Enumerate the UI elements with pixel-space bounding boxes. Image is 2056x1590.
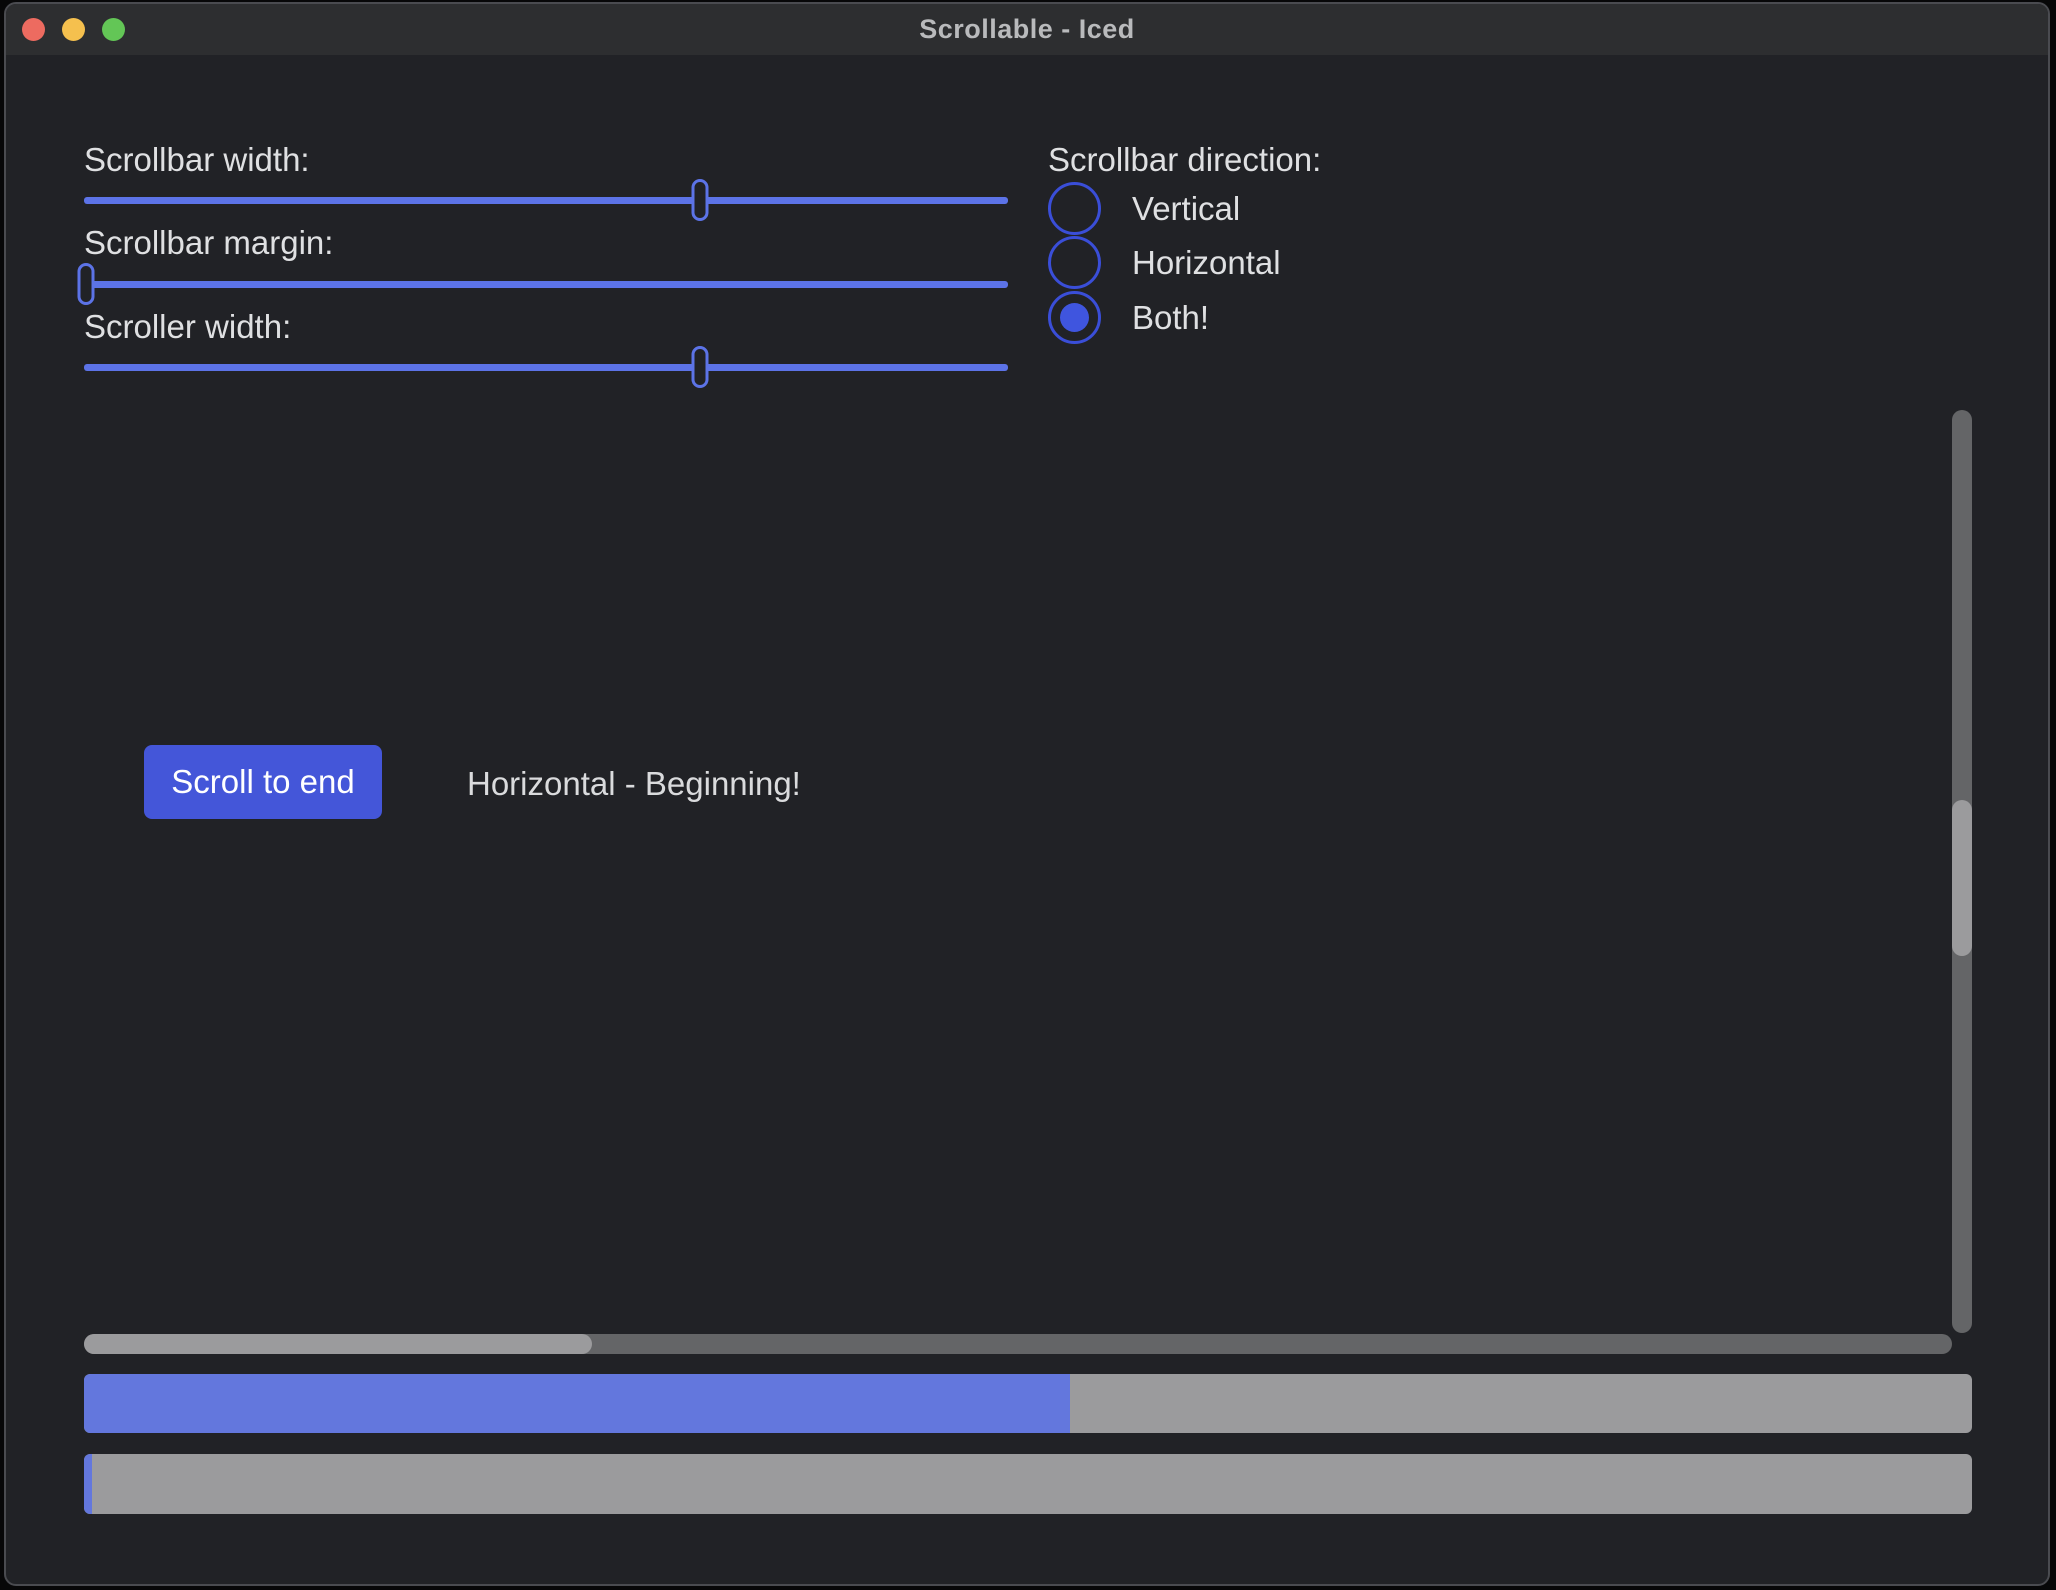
radio-circle-icon[interactable] <box>1048 182 1101 235</box>
radio-horizontal[interactable]: Horizontal <box>1048 236 1468 289</box>
minimize-button[interactable] <box>62 18 85 41</box>
radio-selected-dot <box>1060 303 1089 332</box>
scrollbar-width-label: Scrollbar width: <box>84 143 310 177</box>
radio-circle-icon[interactable] <box>1048 236 1101 289</box>
vertical-scrollbar-track[interactable] <box>1952 410 1972 1333</box>
scroll-to-end-button[interactable]: Scroll to end <box>144 745 382 819</box>
titlebar[interactable]: Scrollable - Iced <box>6 4 2048 55</box>
scrollbar-margin-slider[interactable] <box>84 263 1008 305</box>
slider-handle[interactable] <box>692 179 709 221</box>
progress-fill <box>84 1374 1070 1433</box>
slider-rail[interactable] <box>84 364 1008 371</box>
vertical-scrollbar-thumb[interactable] <box>1952 800 1972 956</box>
scroller-width-label: Scroller width: <box>84 310 291 344</box>
horizontal-scrollbar-thumb[interactable] <box>84 1334 592 1354</box>
scroll-status-text: Horizontal - Beginning! <box>467 765 801 803</box>
app-window: Scrollable - Iced Scrollbar width: Scrol… <box>4 2 2050 1586</box>
slider-handle[interactable] <box>692 346 709 388</box>
window-title: Scrollable - Iced <box>919 14 1135 45</box>
slider-rail[interactable] <box>84 281 1008 288</box>
progress-fill <box>84 1454 92 1514</box>
horizontal-scrollbar-track[interactable] <box>84 1334 1952 1354</box>
scrollbar-direction-label: Scrollbar direction: <box>1048 143 1321 177</box>
slider-rail[interactable] <box>84 197 1008 204</box>
scrollbar-width-slider[interactable] <box>84 179 1008 221</box>
scrollbar-margin-label: Scrollbar margin: <box>84 226 333 260</box>
horizontal-scroll-progress-bar <box>84 1454 1972 1514</box>
slider-handle[interactable] <box>77 263 94 305</box>
radio-vertical-label: Vertical <box>1132 190 1240 228</box>
radio-both-label: Both! <box>1132 299 1209 337</box>
vertical-scroll-progress-bar <box>84 1374 1972 1433</box>
radio-both[interactable]: Both! <box>1048 291 1468 344</box>
close-button[interactable] <box>22 18 45 41</box>
traffic-lights <box>22 4 125 55</box>
zoom-button[interactable] <box>102 18 125 41</box>
radio-circle-icon[interactable] <box>1048 291 1101 344</box>
radio-horizontal-label: Horizontal <box>1132 244 1281 282</box>
scroller-width-slider[interactable] <box>84 346 1008 388</box>
radio-vertical[interactable]: Vertical <box>1048 182 1468 235</box>
